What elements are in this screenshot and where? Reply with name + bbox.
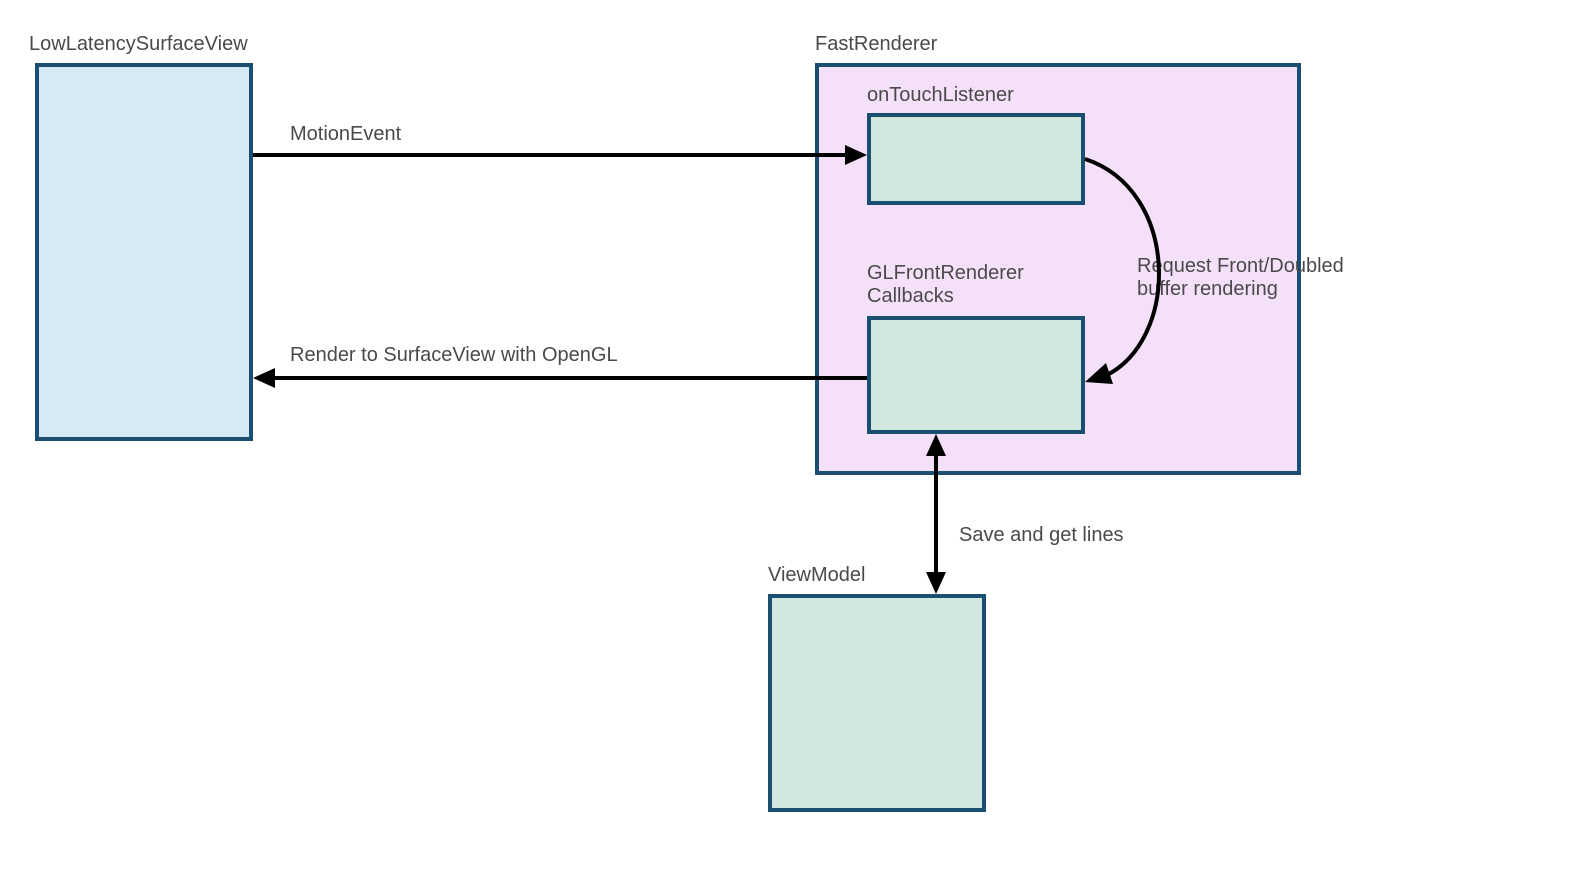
fast-renderer-label: FastRenderer bbox=[815, 33, 937, 56]
gl-callbacks-box bbox=[867, 316, 1085, 434]
on-touch-listener-box bbox=[867, 113, 1085, 205]
surface-view-label: LowLatencySurfaceView bbox=[29, 33, 248, 56]
request-buffer-label: Request Front/Doubled buffer rendering bbox=[1137, 255, 1344, 301]
save-get-lines-label: Save and get lines bbox=[959, 524, 1124, 547]
render-opengl-label: Render to SurfaceView with OpenGL bbox=[290, 344, 618, 367]
gl-callbacks-label: GLFrontRenderer Callbacks bbox=[867, 262, 1024, 308]
view-model-box bbox=[768, 594, 986, 812]
surface-view-box bbox=[35, 63, 253, 441]
render-opengl-arrow bbox=[253, 368, 867, 388]
on-touch-listener-label: onTouchListener bbox=[867, 84, 1014, 107]
motion-event-arrow bbox=[253, 145, 867, 165]
motion-event-label: MotionEvent bbox=[290, 123, 401, 146]
view-model-label: ViewModel bbox=[768, 564, 865, 587]
